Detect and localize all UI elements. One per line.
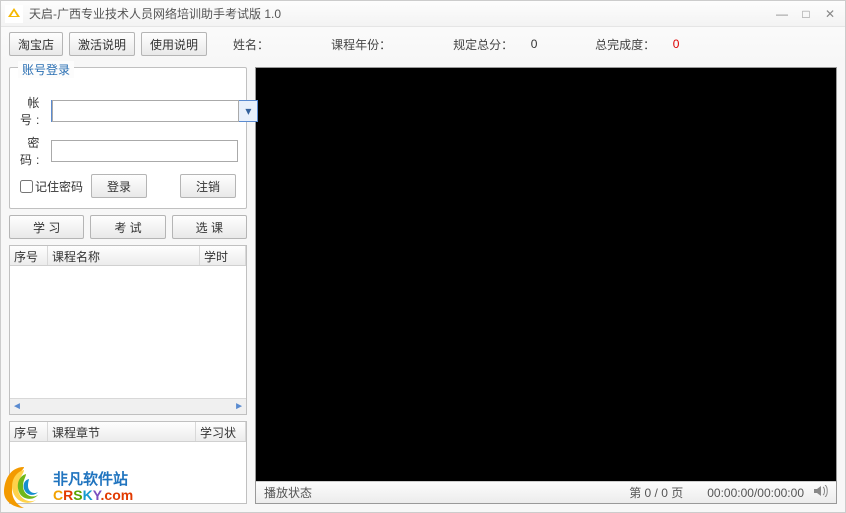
- chapter-list[interactable]: 序号 课程章节 学习状: [9, 421, 247, 504]
- course-list-col-seq: 序号: [10, 246, 48, 265]
- total-score-value: 0: [519, 37, 549, 51]
- chapter-list-col-chap: 课程章节: [48, 422, 196, 441]
- video-panel: 播放状态 第 0 / 0 页 00:00:00/00:00:00: [255, 67, 837, 504]
- app-logo-icon: [5, 5, 23, 23]
- account-combo[interactable]: ▾: [51, 100, 258, 122]
- scroll-left-icon[interactable]: ◄: [12, 401, 22, 412]
- play-state-label: 播放状态: [264, 484, 312, 501]
- login-groupbox: 账号登录 帐 号: ▾ 密 码: 记住密码: [9, 67, 247, 209]
- toolbar: 淘宝店 激活说明 使用说明 姓名： 课程年份： 规定总分： 0 总完成度： 0: [1, 27, 845, 61]
- name-label: 姓名：: [233, 36, 269, 53]
- course-list-body[interactable]: [10, 266, 246, 398]
- video-statusbar: 播放状态 第 0 / 0 页 00:00:00/00:00:00: [256, 481, 836, 503]
- remember-password-checkbox[interactable]: [20, 180, 33, 193]
- study-button[interactable]: 学 习: [9, 215, 84, 239]
- activate-help-button[interactable]: 激活说明: [69, 32, 135, 56]
- remember-password-text: 记住密码: [35, 178, 83, 195]
- course-list-col-hour: 学时: [200, 246, 246, 265]
- account-label: 帐 号:: [20, 94, 43, 128]
- volume-icon[interactable]: [814, 485, 828, 500]
- chapter-list-col-seq: 序号: [10, 422, 48, 441]
- course-list-col-name: 课程名称: [48, 246, 200, 265]
- completion-value: 0: [661, 37, 691, 51]
- chapter-list-body[interactable]: [10, 442, 246, 503]
- logout-button[interactable]: 注销: [180, 174, 236, 198]
- choose-course-button[interactable]: 选 课: [172, 215, 247, 239]
- exam-button[interactable]: 考 试: [90, 215, 165, 239]
- scroll-right-icon[interactable]: ►: [234, 401, 244, 412]
- course-list-scrollbar[interactable]: ◄ ►: [10, 398, 246, 414]
- close-button[interactable]: ✕: [819, 5, 841, 23]
- minimize-button[interactable]: —: [771, 5, 793, 23]
- window-title: 天启-广西专业技术人员网络培训助手考试版 1.0: [29, 5, 771, 22]
- password-input[interactable]: [51, 140, 238, 162]
- video-area[interactable]: [256, 68, 836, 481]
- chevron-down-icon[interactable]: ▾: [239, 101, 257, 121]
- time-info: 00:00:00/00:00:00: [707, 486, 814, 500]
- taobao-button[interactable]: 淘宝店: [9, 32, 63, 56]
- page-info: 第 0 / 0 页: [312, 484, 707, 501]
- account-input[interactable]: [52, 100, 239, 122]
- chapter-list-col-stat: 学习状: [196, 422, 246, 441]
- total-score-label: 规定总分：: [453, 36, 513, 53]
- year-label: 课程年份：: [331, 36, 391, 53]
- titlebar: 天启-广西专业技术人员网络培训助手考试版 1.0 — □ ✕: [1, 1, 845, 27]
- maximize-button[interactable]: □: [795, 5, 817, 23]
- course-list[interactable]: 序号 课程名称 学时 ◄ ►: [9, 245, 247, 415]
- password-label: 密 码:: [20, 134, 43, 168]
- completion-label: 总完成度：: [595, 36, 655, 53]
- remember-password-label[interactable]: 记住密码: [20, 178, 83, 195]
- login-button[interactable]: 登录: [91, 174, 147, 198]
- login-groupbox-title: 账号登录: [18, 61, 74, 78]
- usage-help-button[interactable]: 使用说明: [141, 32, 207, 56]
